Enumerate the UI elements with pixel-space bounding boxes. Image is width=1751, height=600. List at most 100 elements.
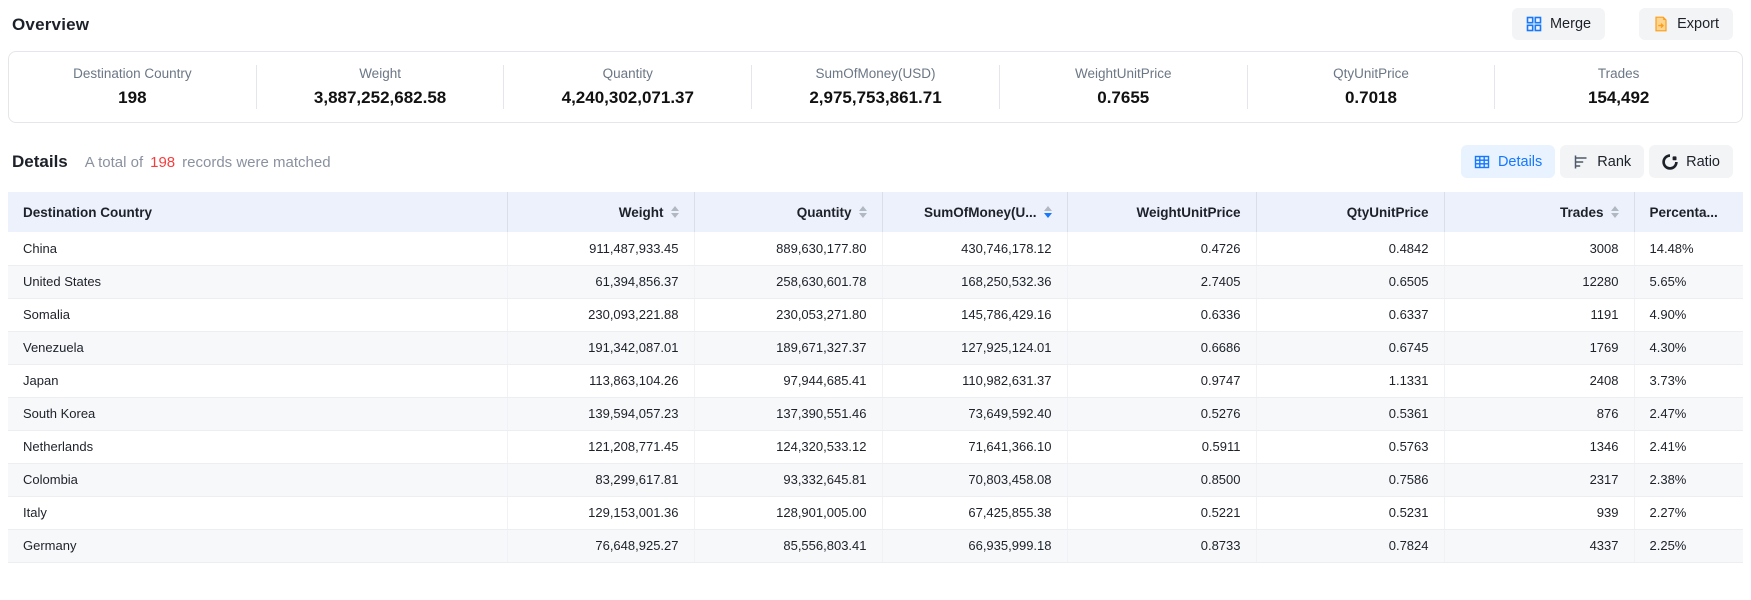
table-row: Italy129,153,001.36128,901,005.0067,425,… bbox=[8, 496, 1743, 529]
cell-weight: 911,487,933.45 bbox=[507, 232, 694, 265]
tab-ratio-label: Ratio bbox=[1686, 154, 1720, 170]
details-header: Details A total of198records were matche… bbox=[12, 152, 331, 172]
topbar-actions: Merge Export bbox=[1512, 8, 1733, 40]
cell-sumofmoney-u: 73,649,592.40 bbox=[882, 397, 1067, 430]
sort-icon[interactable] bbox=[671, 206, 679, 218]
cell-country: Japan bbox=[8, 364, 507, 397]
column-header-inner: Percenta... bbox=[1650, 205, 1729, 220]
view-toggle-group: Details Rank Ratio bbox=[1461, 145, 1733, 178]
cell-qtyunitprice: 0.6337 bbox=[1256, 298, 1444, 331]
column-header-weightunitprice: WeightUnitPrice bbox=[1067, 192, 1256, 232]
cell-weightunitprice: 0.8733 bbox=[1067, 529, 1256, 562]
cell-sumofmoney-u: 145,786,429.16 bbox=[882, 298, 1067, 331]
cell-trades: 3008 bbox=[1444, 232, 1634, 265]
cell-trades: 1191 bbox=[1444, 298, 1634, 331]
tab-details-label: Details bbox=[1498, 154, 1542, 170]
cell-quantity: 137,390,551.46 bbox=[694, 397, 882, 430]
sort-icon[interactable] bbox=[1044, 206, 1052, 218]
cell-sumofmoney-u: 71,641,366.10 bbox=[882, 430, 1067, 463]
column-label: Trades bbox=[1560, 205, 1604, 220]
cell-qtyunitprice: 0.5361 bbox=[1256, 397, 1444, 430]
cell-trades: 2317 bbox=[1444, 463, 1634, 496]
summary-prefix: A total of bbox=[85, 154, 143, 171]
cell-trades: 12280 bbox=[1444, 265, 1634, 298]
cell-weight: 121,208,771.45 bbox=[507, 430, 694, 463]
column-header-trades[interactable]: Trades bbox=[1444, 192, 1634, 232]
stat-value: 198 bbox=[9, 88, 256, 108]
column-label: QtyUnitPrice bbox=[1347, 205, 1429, 220]
cell-qtyunitprice: 0.5231 bbox=[1256, 496, 1444, 529]
cell-sumofmoney-u: 110,982,631.37 bbox=[882, 364, 1067, 397]
table-row: Venezuela191,342,087.01189,671,327.37127… bbox=[8, 331, 1743, 364]
overview-stats-card: Destination Country198Weight3,887,252,68… bbox=[8, 51, 1743, 123]
cell-percenta: 2.47% bbox=[1634, 397, 1743, 430]
stat-weight: Weight3,887,252,682.58 bbox=[257, 66, 504, 108]
stat-label: Weight bbox=[257, 66, 504, 81]
caret-up-icon bbox=[859, 206, 867, 211]
sort-icon[interactable] bbox=[859, 206, 867, 218]
cell-quantity: 97,944,685.41 bbox=[694, 364, 882, 397]
cell-qtyunitprice: 1.1331 bbox=[1256, 364, 1444, 397]
stat-trades: Trades154,492 bbox=[1495, 66, 1742, 108]
column-header-destination-country: Destination Country bbox=[8, 192, 507, 232]
sort-icon[interactable] bbox=[1611, 206, 1619, 218]
stat-label: Quantity bbox=[504, 66, 751, 81]
cell-quantity: 889,630,177.80 bbox=[694, 232, 882, 265]
cell-country: United States bbox=[8, 265, 507, 298]
column-header-qtyunitprice: QtyUnitPrice bbox=[1256, 192, 1444, 232]
cell-sumofmoney-u: 66,935,999.18 bbox=[882, 529, 1067, 562]
cell-quantity: 230,053,271.80 bbox=[694, 298, 882, 331]
column-header-weight[interactable]: Weight bbox=[507, 192, 694, 232]
stat-value: 0.7655 bbox=[1000, 88, 1247, 108]
cell-quantity: 124,320,533.12 bbox=[694, 430, 882, 463]
column-header-percenta: Percenta... bbox=[1634, 192, 1743, 232]
column-header-inner: Quantity bbox=[710, 205, 867, 220]
cell-trades: 1769 bbox=[1444, 331, 1634, 364]
table-row: Japan113,863,104.2697,944,685.41110,982,… bbox=[8, 364, 1743, 397]
cell-weight: 83,299,617.81 bbox=[507, 463, 694, 496]
cell-country: Italy bbox=[8, 496, 507, 529]
cell-percenta: 2.27% bbox=[1634, 496, 1743, 529]
cell-percenta: 4.90% bbox=[1634, 298, 1743, 331]
stat-label: WeightUnitPrice bbox=[1000, 66, 1247, 81]
cell-qtyunitprice: 0.6745 bbox=[1256, 331, 1444, 364]
grid-merge-icon bbox=[1526, 16, 1542, 32]
tab-ratio[interactable]: Ratio bbox=[1649, 145, 1733, 178]
cell-trades: 876 bbox=[1444, 397, 1634, 430]
cell-qtyunitprice: 0.7824 bbox=[1256, 529, 1444, 562]
cell-qtyunitprice: 0.6505 bbox=[1256, 265, 1444, 298]
column-header-quantity[interactable]: Quantity bbox=[694, 192, 882, 232]
cell-percenta: 2.41% bbox=[1634, 430, 1743, 463]
table-row: Somalia230,093,221.88230,053,271.80145,7… bbox=[8, 298, 1743, 331]
records-summary: A total of198records were matched bbox=[85, 154, 331, 171]
details-bar: Details A total of198records were matche… bbox=[0, 145, 1751, 178]
table-header-row: Destination CountryWeight Quantity SumOfMo… bbox=[8, 192, 1743, 232]
cell-weight: 61,394,856.37 bbox=[507, 265, 694, 298]
cell-sumofmoney-u: 430,746,178.12 bbox=[882, 232, 1067, 265]
export-button-label: Export bbox=[1677, 16, 1719, 32]
table-row: China911,487,933.45889,630,177.80430,746… bbox=[8, 232, 1743, 265]
column-header-inner: Trades bbox=[1460, 205, 1619, 220]
caret-down-icon bbox=[1611, 213, 1619, 218]
stat-destination-country: Destination Country198 bbox=[9, 66, 256, 108]
caret-up-icon bbox=[1044, 206, 1052, 211]
tab-details[interactable]: Details bbox=[1461, 145, 1555, 178]
cell-weight: 230,093,221.88 bbox=[507, 298, 694, 331]
merge-button[interactable]: Merge bbox=[1512, 8, 1605, 40]
cell-sumofmoney-u: 127,925,124.01 bbox=[882, 331, 1067, 364]
caret-up-icon bbox=[671, 206, 679, 211]
stat-sumofmoney-usd: SumOfMoney(USD)2,975,753,861.71 bbox=[752, 66, 999, 108]
stat-value: 2,975,753,861.71 bbox=[752, 88, 999, 108]
stat-quantity: Quantity4,240,302,071.37 bbox=[504, 66, 751, 108]
stat-value: 0.7018 bbox=[1248, 88, 1495, 108]
table-row: South Korea139,594,057.23137,390,551.467… bbox=[8, 397, 1743, 430]
caret-down-icon bbox=[671, 213, 679, 218]
cell-country: South Korea bbox=[8, 397, 507, 430]
column-header-sumofmoney-u[interactable]: SumOfMoney(U... bbox=[882, 192, 1067, 232]
tab-rank[interactable]: Rank bbox=[1560, 145, 1644, 178]
column-header-inner: QtyUnitPrice bbox=[1272, 205, 1429, 220]
export-button[interactable]: Export bbox=[1639, 8, 1733, 40]
stat-value: 154,492 bbox=[1495, 88, 1742, 108]
cell-weightunitprice: 0.8500 bbox=[1067, 463, 1256, 496]
file-export-icon bbox=[1653, 16, 1669, 32]
